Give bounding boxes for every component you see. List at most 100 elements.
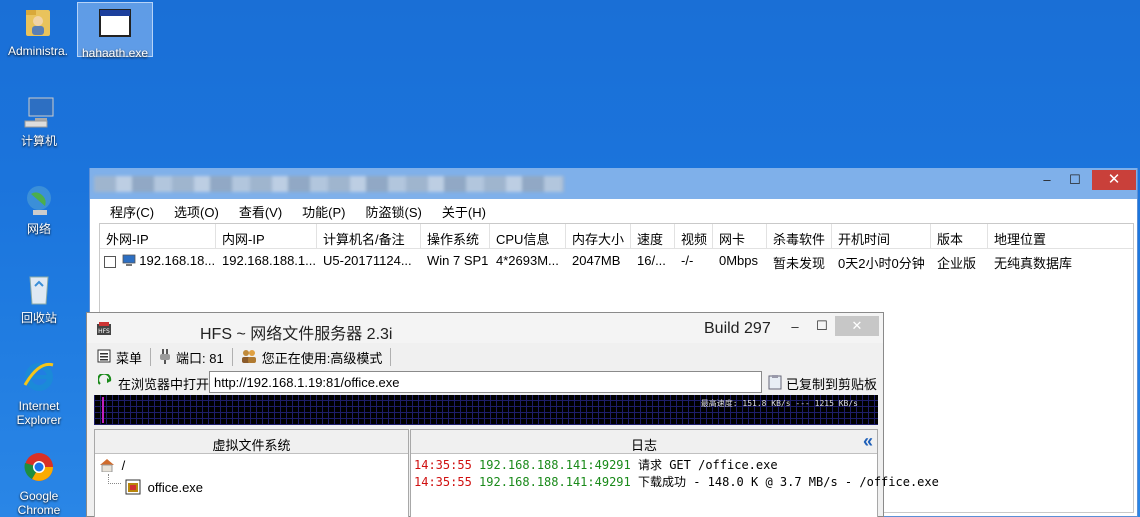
col-header-nic[interactable]: 网卡: [713, 224, 767, 248]
vfs-pane: 虚拟文件系统 / office.exe: [94, 429, 409, 517]
vfs-root-item[interactable]: /: [99, 458, 408, 476]
menu-view[interactable]: 查看(V): [228, 199, 291, 221]
cell-nic: 0Mbps: [719, 253, 759, 268]
col-header-uptime[interactable]: 开机时间: [832, 224, 931, 248]
menu-bar: 程序(C) 选项(O) 查看(V) 功能(P) 防盗锁(S) 关于(H): [99, 199, 495, 221]
cell-uptime: 0天2小时0分钟: [838, 256, 925, 271]
vfs-root-label: /: [121, 458, 126, 473]
vfs-tree: / office.exe: [95, 454, 408, 497]
vfs-file-item[interactable]: office.exe: [125, 479, 408, 497]
hfs-build: Build 297: [704, 320, 771, 337]
port-plug-icon: [159, 348, 171, 367]
mode-users-icon: [241, 349, 257, 366]
log-pane: 日志 « 14:35:55 192.168.188.141:49291 请求 G…: [410, 429, 939, 517]
log-time: 14:35:55: [414, 458, 472, 472]
log-ip: 192.168.188.141:49291: [479, 458, 631, 472]
mode-button[interactable]: 您正在使用:高级模式: [262, 348, 383, 367]
desktop-icon-internet-explorer[interactable]: Internet Explorer: [4, 359, 74, 427]
exe-file-icon: [125, 479, 141, 498]
main-titlebar[interactable]: – ☐ ✕: [90, 168, 1137, 199]
col-header-lan-ip[interactable]: 内网-IP: [216, 224, 317, 248]
cell-lan-ip: 192.168.188.1...: [222, 253, 316, 268]
exe-window-icon: [97, 6, 133, 42]
cell-location: 无纯真数据库: [994, 256, 1073, 271]
col-header-cpu[interactable]: CPU信息: [490, 224, 566, 248]
col-header-hostname[interactable]: 计算机名/备注: [317, 224, 421, 248]
desktop-icon-label: Administra.: [7, 44, 69, 58]
menu-program[interactable]: 程序(C): [99, 199, 163, 221]
log-entry: 14:35:55 192.168.188.141:49291 下载成功 - 14…: [414, 474, 939, 491]
desktop-icon-network[interactable]: 网络: [4, 182, 74, 236]
hfs-close-button[interactable]: ✕: [835, 316, 879, 336]
desktop-icon-label: hahaath.exe: [81, 46, 149, 60]
minimize-button[interactable]: –: [1032, 170, 1062, 190]
close-button[interactable]: ✕: [1092, 170, 1136, 190]
desktop-icon-label: 网络: [26, 222, 51, 236]
ie-icon: [21, 359, 57, 395]
hfs-title: HFS ~ 网络文件服务器 2.3i: [200, 326, 393, 343]
hfs-minimize-button[interactable]: –: [780, 317, 810, 337]
host-computer-icon: [122, 254, 136, 269]
toolbar-divider: [390, 348, 392, 366]
desktop-icon-recycle-bin[interactable]: 回收站: [4, 271, 74, 325]
cell-os: Win 7 SP1: [427, 253, 489, 268]
folder-user-icon: [20, 4, 56, 40]
hfs-titlebar[interactable]: HFS HFS ~ 网络文件服务器 2.3i Build 297 – ☐ ✕: [87, 313, 883, 343]
log-ip: 192.168.188.141:49291: [479, 475, 631, 489]
table-row[interactable]: 192.168.18... 192.168.188.1... U5-201711…: [100, 249, 1133, 273]
col-header-antivirus[interactable]: 杀毒软件: [767, 224, 832, 248]
cell-speed: 16/...: [637, 253, 666, 268]
desktop-icon-label: Google Chrome: [17, 489, 61, 517]
blurred-title: [94, 176, 564, 192]
desktop-icon-administrator[interactable]: Administra.: [3, 4, 73, 58]
maximize-button[interactable]: ☐: [1060, 170, 1090, 190]
log-text: 下载成功 - 148.0 K @ 3.7 MB/s - /office.exe: [637, 475, 939, 489]
col-header-speed[interactable]: 速度: [631, 224, 675, 248]
log-list: 14:35:55 192.168.188.141:49291 请求 GET /o…: [411, 454, 939, 491]
copied-to-clipboard-button[interactable]: 已复制到剪贴板: [786, 374, 877, 393]
menu-options[interactable]: 选项(O): [163, 199, 228, 221]
desktop-icon-computer[interactable]: 计算机: [4, 94, 74, 148]
desktop-icon-label: 回收站: [20, 311, 57, 325]
row-checkbox[interactable]: [104, 255, 116, 268]
log-text: 请求 GET /office.exe: [637, 458, 778, 472]
hfs-menu-button[interactable]: 菜单: [116, 348, 142, 367]
url-field[interactable]: http://192.168.1.19:81/office.exe: [209, 371, 762, 393]
cell-hostname: U5-20171124...: [323, 253, 412, 268]
log-entry: 14:35:55 192.168.188.141:49291 请求 GET /o…: [414, 457, 877, 474]
svg-text:HFS: HFS: [98, 328, 110, 335]
port-button[interactable]: 端口: 81: [176, 348, 224, 367]
menu-icon: [97, 349, 111, 366]
collapse-icon[interactable]: «: [863, 431, 873, 452]
clipboard-icon: [768, 374, 782, 393]
desktop-icon-hahaath[interactable]: hahaath.exe: [77, 2, 153, 60]
open-browser-icon: [97, 372, 112, 391]
tree-connector: [108, 474, 121, 484]
menu-function[interactable]: 功能(P): [291, 199, 354, 221]
col-header-location[interactable]: 地理位置: [988, 224, 1133, 248]
hfs-toolbar: 菜单 端口: 81 您正在使用:高级模式: [94, 345, 878, 369]
network-globe-icon: [21, 182, 57, 218]
desktop-icon-label: 计算机: [20, 134, 57, 148]
hfs-window: HFS HFS ~ 网络文件服务器 2.3i Build 297 – ☐ ✕ 菜…: [86, 312, 939, 517]
menu-antitheft[interactable]: 防盗锁(S): [355, 199, 431, 221]
menu-about[interactable]: 关于(H): [431, 199, 495, 221]
max-speed-text: 最高速度: 151.8 KB/s --- 1215 KB/s: [700, 399, 858, 408]
desktop-icon-label: Internet Explorer: [16, 399, 62, 427]
hfs-app-icon: HFS: [96, 321, 112, 340]
cell-version: 企业版: [937, 256, 977, 271]
col-header-wan-ip[interactable]: 外网-IP: [100, 224, 216, 248]
log-header-label: 日志: [630, 438, 657, 453]
cell-antivirus: 暂未发现: [773, 256, 826, 271]
cell-wan-ip: 192.168.18...: [100, 249, 216, 273]
col-header-memory[interactable]: 内存大小: [566, 224, 631, 248]
hfs-maximize-button[interactable]: ☐: [807, 316, 837, 336]
desktop-icon-chrome[interactable]: Google Chrome: [4, 449, 74, 517]
wan-ip-value: 192.168.18...: [139, 253, 216, 268]
log-time: 14:35:55: [414, 475, 472, 489]
chrome-icon: [21, 449, 57, 485]
col-header-version[interactable]: 版本: [931, 224, 988, 248]
col-header-video[interactable]: 视频: [675, 224, 713, 248]
col-header-os[interactable]: 操作系统: [421, 224, 490, 248]
open-in-browser-button[interactable]: 在浏览器中打开: [118, 374, 209, 393]
